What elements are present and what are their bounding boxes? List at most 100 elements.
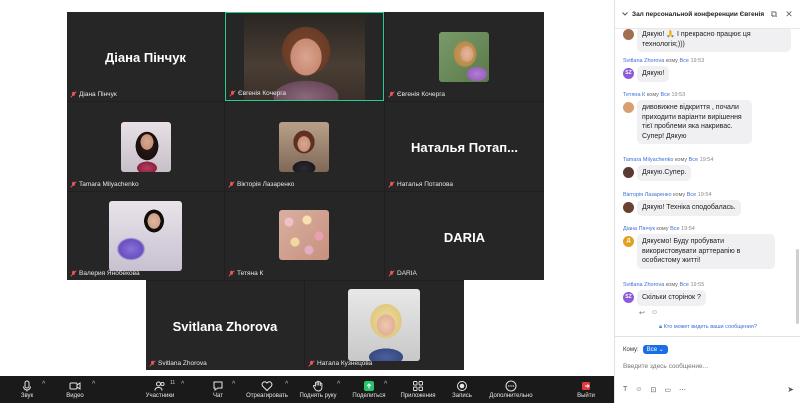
recipient-value: Все <box>646 347 658 353</box>
participant-tile[interactable]: Вікторія Лазаренко <box>225 102 384 191</box>
apps-button[interactable]: Приложения <box>397 376 439 403</box>
recipient-select[interactable]: Все ⌄ <box>642 345 668 354</box>
apps-label: Приложения <box>400 393 436 399</box>
message-to-word: кому <box>674 157 688 163</box>
raise-hand-options-caret-icon[interactable]: ^ <box>337 381 340 388</box>
message-recipient: Все <box>679 58 689 64</box>
participant-tile[interactable]: Валерия Янобекова <box>67 192 224 280</box>
send-icon[interactable]: ➤ <box>787 385 794 394</box>
participant-tile[interactable]: Svitlana Zhorova Svitlana Zhorova <box>146 281 304 370</box>
chat-visibility-notice[interactable]: 🔒︎ Кто может видеть ваши сообщения? <box>615 324 800 331</box>
message-sender[interactable]: Вікторія Лазаренко <box>623 192 672 198</box>
participant-tile[interactable]: Tamara Milyachenko <box>67 102 224 191</box>
participant-video <box>244 13 365 100</box>
share-button[interactable]: Поделиться <box>350 376 388 403</box>
message-recipient: Все <box>670 226 680 232</box>
participant-label: Наталья Потапова <box>388 181 453 188</box>
participant-name: Тетяна К <box>237 270 264 277</box>
chat-button[interactable]: Чат <box>205 376 231 403</box>
mic-muted-icon <box>70 91 77 98</box>
audio-button[interactable]: Звук <box>14 376 40 403</box>
participant-tile[interactable]: Натала Кузнецова <box>305 281 464 370</box>
video-button[interactable]: Видео <box>62 376 88 403</box>
record-label: Запись <box>452 393 472 399</box>
mic-muted-icon <box>149 360 156 367</box>
avatar <box>623 29 634 40</box>
raise-hand-button[interactable]: Поднять руку <box>296 376 340 403</box>
message-time: 19:54 <box>681 226 695 232</box>
chat-message: Вікторія Лазаренко кому Все 19:54 Дякую!… <box>623 192 791 216</box>
message-bubble: Скільки сторінок ? <box>637 290 706 306</box>
more-icon <box>505 380 517 392</box>
message-time: 19:54 <box>699 157 714 163</box>
leave-button[interactable]: Выйти <box>572 376 600 403</box>
participant-tile[interactable]: Тетяна К <box>225 192 384 280</box>
participant-tile[interactable]: DARIA DARIA <box>385 192 544 280</box>
participant-tile[interactable]: Наталья Потап... Наталья Потапова <box>385 102 544 191</box>
chat-message: Тетяна К кому Все 19:53 дивовижне відкри… <box>623 92 791 144</box>
reactions-options-caret-icon[interactable]: ^ <box>285 381 288 388</box>
message-meta: Тетяна К кому Все 19:53 <box>623 92 791 98</box>
chat-scrollbar[interactable] <box>796 249 799 324</box>
more-button[interactable]: Дополнительно <box>488 376 534 403</box>
recipient-row: Кому: Все ⌄ <box>623 345 668 354</box>
video-options-caret-icon[interactable]: ^ <box>92 381 95 388</box>
more-label: Дополнительно <box>489 393 533 399</box>
chat-message: Svitlana Zhorova кому Все 19:53 SZ Дякую… <box>623 58 791 82</box>
chat-message-input[interactable] <box>623 361 793 371</box>
participant-tile-active-speaker[interactable]: Євгенія Кочерга <box>225 12 384 101</box>
chevron-down-icon: ⌄ <box>658 347 664 353</box>
message-sender[interactable]: Svitlana Zhorova <box>623 282 664 288</box>
participant-name: Євгенія Кочерга <box>397 91 446 98</box>
message-time: 19:53 <box>690 58 705 64</box>
participants-options-caret-icon[interactable]: ^ <box>181 381 184 388</box>
participant-big-name: Наталья Потап... <box>411 140 518 155</box>
message-sender[interactable]: Діана Пінчук <box>623 226 655 232</box>
video-label: Видео <box>66 393 84 399</box>
mic-muted-icon <box>228 181 235 188</box>
record-button[interactable]: Запись <box>449 376 475 403</box>
divider <box>615 336 800 337</box>
close-icon[interactable]: ✕ <box>784 9 794 19</box>
emoji-icon[interactable]: ☺ <box>635 386 642 394</box>
reactions-label: Отреагировать <box>246 393 288 399</box>
avatar <box>623 202 634 213</box>
raise-hand-label: Поднять руку <box>299 393 337 399</box>
message-time: 19:54 <box>697 192 712 198</box>
participant-tile[interactable]: Євгенія Кочерга <box>385 12 544 101</box>
file-icon[interactable]: ▭ <box>664 386 671 394</box>
participants-icon <box>154 381 165 391</box>
avatar: SZ <box>623 68 634 79</box>
participant-tile[interactable]: Діана Пінчук Діана Пінчук <box>67 12 224 101</box>
audio-options-caret-icon[interactable]: ^ <box>42 381 45 388</box>
reactions-button[interactable]: Отреагировать <box>244 376 290 403</box>
emoji-reaction-icon[interactable]: ☺ <box>651 309 658 317</box>
participant-label: Tamara Milyachenko <box>70 181 139 188</box>
message-sender[interactable]: Тетяна К <box>623 92 645 98</box>
participant-name: DARIA <box>397 270 417 277</box>
more-options-icon[interactable]: ⋯ <box>679 386 686 394</box>
message-sender[interactable]: Tamara Milyachenko <box>623 157 673 163</box>
message-sender[interactable]: Svitlana Zhorova <box>623 58 664 64</box>
text-format-icon[interactable]: T <box>623 386 627 394</box>
screenshot-icon[interactable]: ⊡ <box>650 386 656 394</box>
message-bubble: дивовижне відкриття , почали приходити в… <box>637 100 752 144</box>
participant-avatar <box>439 32 489 82</box>
reply-icon[interactable]: ↩ <box>639 309 645 317</box>
mic-muted-icon <box>388 91 395 98</box>
share-label: Поделиться <box>352 393 386 399</box>
chevron-down-icon[interactable] <box>621 10 629 18</box>
participant-name: Натала Кузнецова <box>317 360 373 367</box>
participant-label: Тетяна К <box>228 270 263 277</box>
message-bubble: Дякую! 🙏 І прекрасно працює ця технологі… <box>637 29 791 52</box>
chat-options-caret-icon[interactable]: ^ <box>232 381 235 388</box>
share-options-caret-icon[interactable]: ^ <box>384 381 387 388</box>
participant-big-name: Діана Пінчук <box>105 50 186 65</box>
participant-label: Євгенія Кочерга <box>388 91 445 98</box>
heart-icon <box>261 381 273 392</box>
popout-icon[interactable]: ⧉ <box>769 9 779 19</box>
participant-big-name: Svitlana Zhorova <box>172 319 278 334</box>
chat-header: Зал персональной конференции Євгенія К..… <box>615 0 800 29</box>
share-screen-icon <box>364 381 374 391</box>
message-recipient: Все <box>688 157 699 163</box>
